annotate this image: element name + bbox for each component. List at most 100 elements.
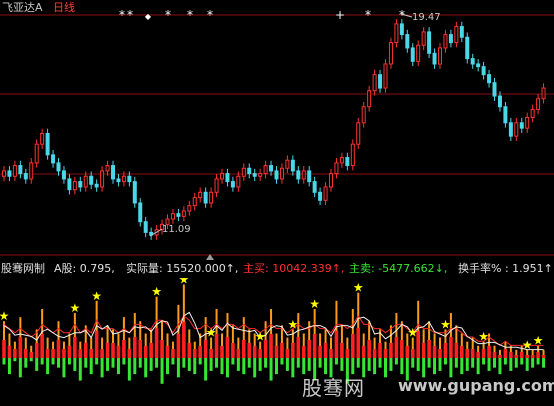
main-sell-bar [176,358,180,378]
candle-body [258,173,263,177]
candle-body [378,74,383,89]
candle-body [350,143,355,167]
main-sell-bar [106,358,110,371]
star-signal-icon: ★ [255,330,266,344]
candle-body [111,165,115,180]
candle-body [45,132,50,156]
watermark: 股骞网 www.gupang.com [302,370,554,404]
main-buy-bar [198,345,202,358]
main-sell-bar [285,358,289,371]
main-buy-bar [122,339,126,358]
main-sell-bar [482,358,486,365]
candle-body [209,191,214,204]
main-sell-bar [171,358,175,365]
candle-body [285,159,290,169]
candle-body [269,165,274,172]
main-sell-bar [2,358,6,365]
price-chart[interactable]: * * ◆ * * * + * * [0,0,554,262]
chart-window: * * ◆ * * * + * * 飞亚达A 日线 19.47 11.09 股骞网制 A股: 0… [0,0,554,406]
candle-body [345,157,350,167]
candle-body [356,122,361,145]
main-sell-bar [536,358,540,365]
candle-body [399,23,404,36]
main-sell-bar [51,358,55,365]
candle-body [220,173,224,180]
main-sell-bar [296,358,300,368]
main-buy-bar [225,336,230,358]
candle-body [394,23,399,44]
main-sell-bar [318,358,322,368]
main-sell-bar [29,358,33,362]
candle-body [525,116,530,129]
candle-body [536,98,541,110]
main-buy-bar [78,348,83,358]
watermark-url: www.gupang.com [398,376,554,395]
candle-body [465,36,470,60]
main-sell-bar [73,358,77,371]
main-sell-bar [187,358,191,371]
main-buy-bar [252,345,257,358]
candle-body [318,191,323,201]
main-buy-bar [345,348,350,358]
main-buy-bar [427,339,431,358]
candle-body [383,63,388,89]
main-buy-bar [56,339,61,358]
main-buy-bar [7,345,12,358]
candle-body [339,157,344,164]
candle-body [367,90,372,108]
candle-body [290,159,295,172]
main-buy-bar [160,339,164,358]
main-sell-bar [133,358,137,375]
main-sell-bar [307,358,311,371]
main-sell-bar [253,358,257,378]
candle-body [67,178,72,191]
main-sell-bar [340,358,344,371]
main-buy-bar [405,345,410,358]
main-sell-bar [236,358,240,371]
candle-body [176,213,181,217]
main-sell-bar [13,358,17,362]
watermark-site-name: 股骞网 [302,376,365,400]
main-sell-bar [198,358,202,365]
candle-body [514,122,519,137]
main-sell-bar [275,358,278,375]
star-signal-icon: ★ [206,326,217,340]
main-buy-bar [149,342,153,358]
main-sell-bar [57,358,60,368]
candle-body [481,66,486,76]
main-buy-bar [389,342,393,358]
candle-body [312,181,317,193]
a-share-value: A股: 0.795, [54,262,115,275]
main-sell-bar [269,358,273,381]
candle-body [296,170,301,180]
main-sell-bar [525,358,529,371]
main-sell-bar [427,358,431,368]
candle-body [247,167,252,175]
main-sell-bar [204,358,208,381]
main-sell-bar [514,358,518,368]
candle-body [225,173,230,183]
main-buy-bar [231,342,235,358]
candle-body [34,143,39,164]
main-buy-bar [165,345,170,358]
candle-body [198,191,203,199]
main-buy-bar [351,333,355,358]
main-sell-bar [155,358,159,368]
main-sell-bar [247,358,251,368]
main-sell-bar [35,358,39,371]
stock-name: 飞亚达A [2,1,43,14]
main-sell-bar [454,358,458,368]
signal-marker-icon: * [119,8,125,22]
main-sell-bar [389,358,393,371]
main-sell-bar [356,358,360,368]
main-sell-bar [378,358,382,368]
main-buy-bar [116,345,121,358]
main-buy-bar [187,342,192,358]
main-buy-bar [367,339,371,358]
candle-body [241,167,246,177]
candle-body [263,165,268,175]
main-buy-bar [449,336,453,358]
candle-body [274,170,279,180]
candle-body [170,213,175,220]
main-buy-bar [100,348,104,358]
